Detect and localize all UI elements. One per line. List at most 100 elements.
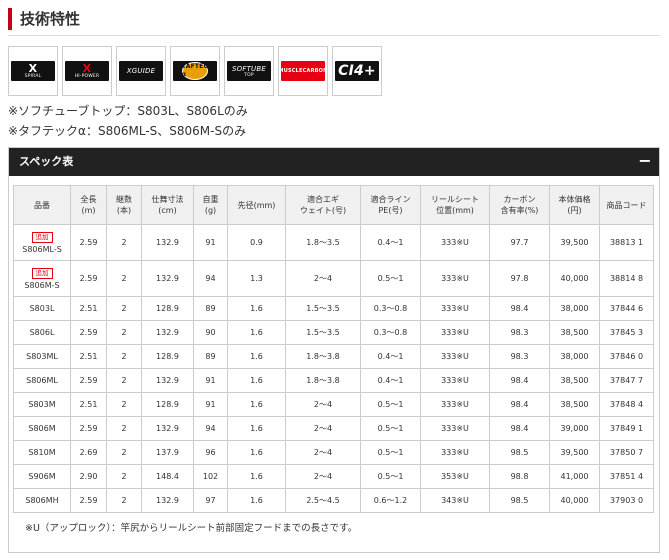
- model-cell: S810M: [13, 440, 71, 465]
- model-number: S806M: [28, 424, 56, 433]
- cell-carbon: 98.4: [489, 368, 550, 393]
- note-tafftec: ※タフテックα：S806ML-S、S806M-Sのみ: [8, 124, 247, 138]
- cell-code: 37849 1: [599, 416, 654, 441]
- cell-weight: 89: [193, 296, 228, 321]
- cell-egi: 1.8〜3.5: [285, 224, 361, 261]
- model-number: S806ML-S: [22, 244, 62, 254]
- cell-code: 37850 7: [599, 440, 654, 465]
- cell-closed: 132.9: [141, 260, 194, 297]
- model-number: S803M: [28, 400, 56, 409]
- cell-weight: 97: [193, 488, 228, 513]
- cell-tip: 1.3: [227, 260, 286, 297]
- model-number: S806ML: [26, 376, 58, 385]
- cell-code: 38814 8: [599, 260, 654, 297]
- cell-weight: 91: [193, 392, 228, 417]
- cell-code: 37844 6: [599, 296, 654, 321]
- table-row: S803M 2.51 2 128.9 91 1.6 2〜4 0.5〜1 333※U 98.4 38,…: [13, 392, 654, 417]
- cell-weight: 102: [193, 464, 228, 489]
- cell-reel: 333※U: [420, 224, 490, 261]
- cell-length: 2.51: [70, 392, 107, 417]
- cell-pieces: 2: [106, 440, 142, 465]
- cell-length: 2.59: [70, 416, 107, 441]
- cell-weight: 91: [193, 368, 228, 393]
- cell-carbon: 98.5: [489, 488, 550, 513]
- note-softube: ※ソフチューブトップ：S803L、S806Lのみ: [8, 104, 248, 118]
- column-header: リールシート 位置(mm): [420, 185, 490, 225]
- cell-code: 38813 1: [599, 224, 654, 261]
- cell-tip: 1.6: [227, 392, 286, 417]
- cell-tip: 1.6: [227, 416, 286, 441]
- model-number: S803L: [29, 304, 55, 313]
- collapse-icon[interactable]: −: [631, 148, 659, 176]
- cell-code: 37851 4: [599, 464, 654, 489]
- model-cell: S806L: [13, 320, 71, 345]
- cell-tip: 1.6: [227, 488, 286, 513]
- cell-pieces: 2: [106, 464, 142, 489]
- model-cell: S806ML: [13, 368, 71, 393]
- cell-carbon: 98.4: [489, 416, 550, 441]
- cell-line: 0.3〜0.8: [360, 296, 421, 321]
- title-accent-bar: [8, 8, 12, 30]
- cell-closed: 132.9: [141, 368, 194, 393]
- cell-line: 0.4〜1: [360, 368, 421, 393]
- cell-length: 2.59: [70, 260, 107, 297]
- model-cell: 追加 S806ML-S: [13, 224, 71, 261]
- new-badge: 追加: [31, 231, 53, 243]
- cell-carbon: 97.8: [489, 260, 550, 297]
- spec-header[interactable]: スペック表: [9, 148, 659, 176]
- cell-egi: 2〜4: [285, 440, 361, 465]
- column-header: 商品コード: [599, 185, 654, 225]
- cell-carbon: 98.4: [489, 296, 550, 321]
- cell-reel: 333※U: [420, 416, 490, 441]
- cell-line: 0.5〜1: [360, 440, 421, 465]
- cell-closed: 132.9: [141, 488, 194, 513]
- section-title: 技術特性: [20, 10, 81, 28]
- spec-panel: スペック表 − 品番 全長 (m) 継数 (本) 仕舞寸法 (cm) 自重 (g) 先径(…: [8, 147, 660, 553]
- cell-line: 0.5〜1: [360, 260, 421, 297]
- cell-closed: 148.4: [141, 464, 194, 489]
- cell-line: 0.4〜1: [360, 344, 421, 369]
- model-cell: S806MH: [13, 488, 71, 513]
- model-cell: S803L: [13, 296, 71, 321]
- new-badge: 追加: [31, 267, 53, 279]
- cell-line: 0.5〜1: [360, 416, 421, 441]
- table-row: S806MH 2.59 2 132.9 97 1.6 2.5〜4.5 0.6〜1.2 343※U…: [13, 488, 654, 513]
- column-header: 仕舞寸法 (cm): [141, 185, 194, 225]
- cell-price: 40,000: [549, 260, 600, 297]
- cell-length: 2.51: [70, 344, 107, 369]
- cell-price: 38,000: [549, 344, 600, 369]
- cell-length: 2.59: [70, 368, 107, 393]
- x-spiral-logo: X SPIRAL: [8, 46, 58, 96]
- cell-weight: 89: [193, 344, 228, 369]
- cell-weight: 94: [193, 416, 228, 441]
- cell-length: 2.59: [70, 320, 107, 345]
- cell-price: 40,000: [549, 488, 600, 513]
- cell-line: 0.3〜0.8: [360, 320, 421, 345]
- cell-carbon: 97.7: [489, 224, 550, 261]
- model-number: S810M: [28, 448, 56, 457]
- column-header: 自重 (g): [193, 185, 228, 225]
- cell-code: 37848 4: [599, 392, 654, 417]
- cell-weight: 94: [193, 260, 228, 297]
- cell-carbon: 98.3: [489, 320, 550, 345]
- cell-pieces: 2: [106, 320, 142, 345]
- model-number: S806M-S: [24, 280, 60, 290]
- table-row: S906M 2.90 2 148.4 102 1.6 2〜4 0.5〜1 353※U 98.8 41…: [13, 464, 654, 489]
- muscle-carbon-logo: MUSCLECARBON: [278, 46, 328, 96]
- cell-reel: 333※U: [420, 440, 490, 465]
- cell-code: 37903 0: [599, 488, 654, 513]
- cell-carbon: 98.4: [489, 392, 550, 417]
- table-row: 追加 S806M-S 2.59 2 132.9 94 1.3 2〜4 0.5〜1 333※U 97.…: [13, 260, 654, 297]
- cell-reel: 333※U: [420, 392, 490, 417]
- cell-line: 0.5〜1: [360, 464, 421, 489]
- cell-length: 2.59: [70, 224, 107, 261]
- cell-length: 2.59: [70, 488, 107, 513]
- cell-tip: 1.6: [227, 464, 286, 489]
- cell-closed: 132.9: [141, 416, 194, 441]
- cell-tip: 0.9: [227, 224, 286, 261]
- column-header: カーボン 含有率(%): [489, 185, 550, 225]
- cell-pieces: 2: [106, 368, 142, 393]
- cell-reel: 333※U: [420, 296, 490, 321]
- cell-reel: 333※U: [420, 368, 490, 393]
- cell-tip: 1.6: [227, 368, 286, 393]
